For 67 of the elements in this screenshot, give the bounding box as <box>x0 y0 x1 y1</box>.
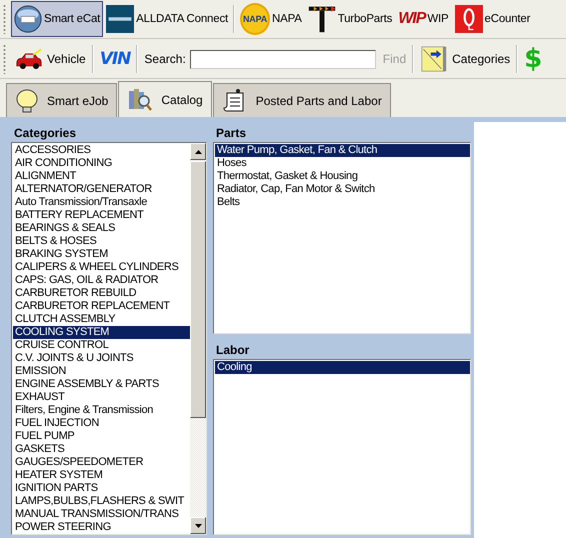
t-shape-icon <box>308 5 336 33</box>
list-item[interactable]: EMISSION <box>13 365 190 378</box>
globe-icon <box>14 5 42 33</box>
zero-icon <box>454 5 483 33</box>
toolbar-button[interactable]: TurboParts <box>304 1 396 37</box>
down-arrow-icon <box>194 524 202 528</box>
up-arrow-icon <box>194 150 202 154</box>
list-item[interactable]: CAPS: GAS, OIL & RADIATOR <box>13 274 190 287</box>
list-heading: Parts <box>215 125 246 142</box>
list-item[interactable]: BATTERY REPLACEMENT <box>13 209 190 222</box>
toolbar-button[interactable]: eCounter <box>452 1 534 37</box>
light-bulb-icon <box>15 88 39 112</box>
search-field[interactable] <box>190 50 376 68</box>
list-item[interactable]: BELTS & HOSES <box>13 235 190 248</box>
list-item[interactable]: ALIGNMENT <box>13 170 190 183</box>
list-item[interactable]: IGNITION PARTS <box>13 482 190 495</box>
list-item[interactable]: Hoses <box>215 157 470 170</box>
toolbar-button[interactable]: ALLDATA Connect <box>103 1 231 37</box>
search-label: Search: <box>144 52 186 66</box>
list-item[interactable]: Cooling <box>215 361 470 374</box>
list-item[interactable]: HEATER SYSTEM <box>13 469 190 482</box>
list-item[interactable]: GAUGES/SPEEDOMETER <box>13 456 190 469</box>
scrollbar-thumb[interactable] <box>190 161 206 418</box>
tab[interactable]: Smart eJob <box>6 83 118 117</box>
list-item[interactable]: FUEL INJECTION <box>13 417 190 430</box>
toolbar-button[interactable]: WIPWIP <box>395 1 452 37</box>
oval-logo: NAPA <box>240 3 270 35</box>
logo-text: WIP <box>398 10 426 28</box>
scroll-up-button[interactable] <box>190 143 206 160</box>
books-magnifier-icon <box>127 86 154 112</box>
list-item[interactable]: AIR CONDITIONING <box>13 157 190 170</box>
list-item[interactable]: CARBURETOR REBUILD <box>13 287 190 300</box>
list-item[interactable]: Radiator, Cap, Fan Motor & Switch <box>215 183 470 196</box>
list-item[interactable]: EXHAUST <box>13 391 190 404</box>
list-item[interactable]: CRUISE CONTROL <box>13 339 190 352</box>
list-item[interactable]: ENGINE ASSEMBLY & PARTS <box>13 378 190 391</box>
list-item[interactable]: Auto Transmission/Transaxle <box>13 196 190 209</box>
list-item[interactable]: COOLING SYSTEM <box>13 326 190 339</box>
vin-button[interactable]: VIN <box>96 42 134 76</box>
list-item[interactable]: FUEL PUMP <box>13 430 190 443</box>
list-item[interactable]: Thermostat, Gasket & Housing <box>215 170 470 183</box>
list-item[interactable]: BRAKING SYSTEM <box>13 248 190 261</box>
tab[interactable]: Posted Parts and Labor <box>212 83 391 117</box>
list-item[interactable]: C.V. JOINTS & U JOINTS <box>13 352 190 365</box>
logo-icon <box>106 5 134 33</box>
list-item[interactable]: Filters, Engine & Transmission <box>13 404 190 417</box>
list-item[interactable]: GASKETS <box>13 443 190 456</box>
tab[interactable]: Catalog <box>118 81 212 117</box>
car-icon <box>15 46 43 72</box>
toolbar-button[interactable]: NAPA NAPA <box>237 1 305 37</box>
toolbar-button[interactable]: Smart eCat <box>11 1 104 37</box>
list-item[interactable]: CARBURETOR REPLACEMENT <box>13 300 190 313</box>
categories-button[interactable]: Categories <box>416 42 514 76</box>
list-item[interactable]: POWER STEERING <box>13 521 190 534</box>
list-heading: Categories <box>13 125 76 142</box>
list-item[interactable]: ALTERNATOR/GENERATOR <box>13 183 190 196</box>
scroll-down-button[interactable] <box>190 517 206 534</box>
list-item[interactable]: MANUAL TRANSMISSION/TRANS <box>13 508 190 521</box>
list-item[interactable]: ACCESSORIES <box>13 144 190 157</box>
list-item[interactable]: LAMPS,BULBS,FLASHERS & SWIT <box>13 495 190 508</box>
list-item[interactable]: Water Pump, Gasket, Fan & Clutch <box>215 144 470 157</box>
list-item[interactable]: Belts <box>215 196 470 209</box>
vehicle-button[interactable]: Vehicle <box>11 42 90 76</box>
list-item[interactable]: BEARINGS & SEALS <box>13 222 190 235</box>
list-item[interactable]: CLUTCH ASSEMBLY <box>13 313 190 326</box>
list-item[interactable]: CALIPERS & WHEEL CYLINDERS <box>13 261 190 274</box>
list-heading: Labor <box>215 342 250 359</box>
